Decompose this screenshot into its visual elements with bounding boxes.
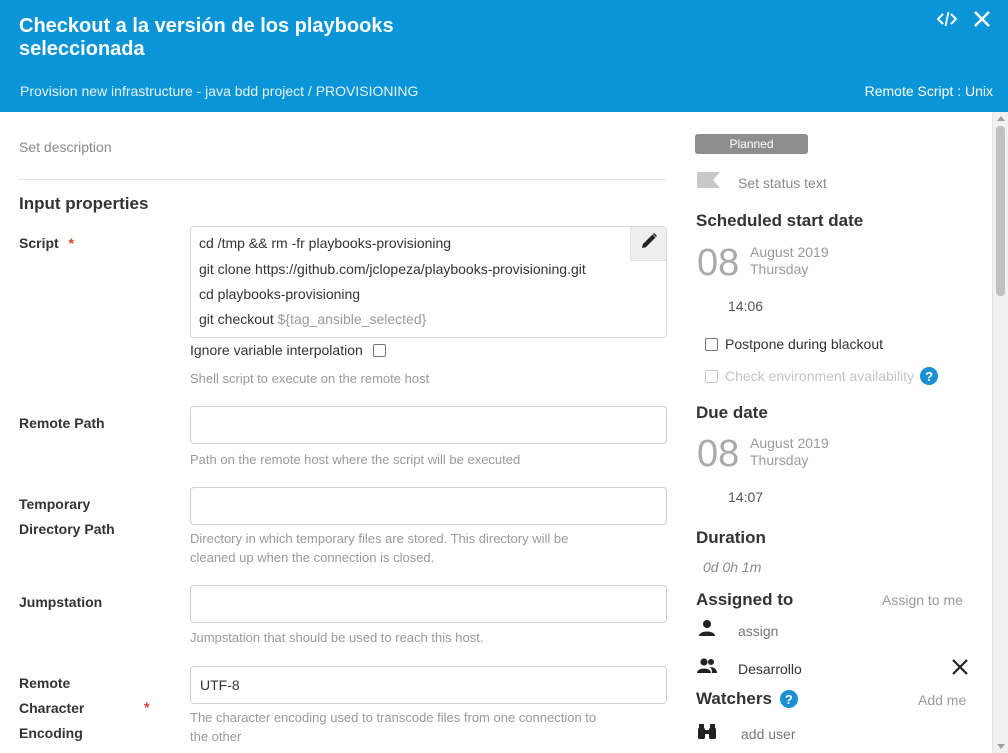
scroll-up-arrow-icon[interactable] (997, 116, 1005, 121)
temp-dir-label: Temporary Directory Path (19, 492, 115, 542)
due-month: August 2019 (750, 435, 829, 451)
remote-path-label: Remote Path (19, 415, 105, 431)
required-marker: * (68, 235, 75, 251)
due-weekday: Thursday (750, 452, 809, 468)
add-watcher-row[interactable]: add user (697, 722, 795, 745)
script-line: cd playbooks-provisioning (199, 286, 361, 302)
encoding-label-line: Remote (19, 675, 71, 691)
section-title: Input properties (19, 194, 149, 213)
temp-dir-input[interactable] (190, 487, 667, 525)
user-icon (698, 619, 716, 642)
duration-title: Duration (696, 528, 766, 547)
group-icon (696, 657, 718, 680)
due-date-title: Due date (696, 403, 768, 422)
scheduled-start-title: Scheduled start date (696, 211, 864, 230)
encoding-help-line: The character encoding used to transcode… (190, 710, 597, 725)
assign-to-me-link[interactable]: Assign to me (882, 592, 963, 608)
postpone-row: Postpone during blackout (705, 336, 883, 352)
close-icon[interactable] (971, 8, 993, 30)
due-time[interactable]: 14:07 (728, 489, 763, 505)
assign-placeholder: assign (738, 622, 779, 639)
assigned-to-title: Assigned to (696, 590, 794, 609)
encoding-label-line: Encoding (19, 725, 83, 741)
breadcrumb[interactable]: Provision new infrastructure - java bdd … (20, 83, 418, 99)
scheduled-day[interactable]: 08 (697, 242, 739, 285)
temp-dir-label-line: Temporary (19, 496, 91, 512)
script-label: Script * (19, 231, 74, 256)
scheduled-month: August 2019 (750, 244, 829, 260)
task-title[interactable]: Checkout a la versión de los playbooks s… (19, 15, 479, 61)
team-row: Desarrollo (696, 657, 802, 680)
remove-team-icon[interactable] (951, 658, 969, 681)
task-type-label: Remote Script : Unix (864, 83, 993, 99)
check-env-checkbox[interactable] (705, 369, 718, 383)
watchers-title-row: Watchers ? (696, 689, 798, 709)
postpone-checkbox[interactable] (705, 337, 718, 351)
script-line: git clone https://github.com/jclopeza/pl… (199, 261, 586, 277)
script-editor[interactable]: cd /tmp && rm -fr playbooks-provisioning… (190, 226, 667, 338)
binoculars-icon (697, 722, 717, 745)
script-line-text: git checkout (199, 311, 278, 327)
temp-dir-help-line: cleaned up when the connection is closed… (190, 550, 435, 565)
script-label-text: Script (19, 235, 59, 251)
status-text-row[interactable]: Set status text (696, 171, 827, 194)
duration-value[interactable]: 0d 0h 1m (703, 559, 761, 575)
divider (18, 179, 666, 180)
jumpstation-help: Jumpstation that should be used to reach… (190, 630, 484, 645)
temp-dir-label-line: Directory Path (19, 521, 115, 537)
flag-icon (696, 171, 722, 194)
scrollbar[interactable] (992, 112, 1008, 753)
status-text-placeholder: Set status text (738, 174, 827, 191)
script-line: cd /tmp && rm -fr playbooks-provisioning (199, 235, 452, 251)
scroll-thumb[interactable] (996, 126, 1005, 296)
encoding-label-line: Character (19, 700, 85, 716)
postpone-label: Postpone during blackout (725, 336, 883, 352)
temp-dir-help-line: Directory in which temporary files are s… (190, 531, 569, 546)
help-icon[interactable]: ? (779, 690, 798, 708)
jumpstation-input[interactable] (190, 585, 667, 623)
remote-path-help: Path on the remote host where the script… (190, 452, 521, 467)
status-badge[interactable]: Planned (695, 134, 808, 154)
encoding-help: The character encoding used to transcode… (190, 708, 596, 746)
code-icon[interactable] (936, 8, 958, 30)
scroll-down-arrow-icon[interactable] (997, 744, 1005, 749)
check-env-row: Check environment availability ? (705, 367, 939, 385)
script-variable: ${tag_ansible_selected} (277, 311, 427, 327)
ignore-interpolation-checkbox[interactable] (372, 343, 386, 357)
encoding-label: Remote Character Encoding (19, 671, 84, 746)
description-field[interactable]: Set description (19, 139, 112, 155)
check-env-label: Check environment availability (725, 368, 915, 384)
team-name: Desarrollo (738, 660, 802, 677)
encoding-help-line: the other (190, 729, 242, 744)
edit-script-button[interactable] (630, 227, 666, 261)
scheduled-weekday: Thursday (750, 261, 809, 277)
add-user-placeholder: add user (741, 725, 796, 742)
modal-header: Checkout a la versión de los playbooks s… (0, 0, 1008, 112)
watchers-title: Watchers (696, 689, 772, 708)
remote-path-input[interactable] (190, 406, 667, 444)
modal-body: Set description Input properties Script … (0, 112, 992, 753)
add-me-link[interactable]: Add me (918, 692, 966, 708)
script-help: Shell script to execute on the remote ho… (190, 371, 430, 386)
script-line: git checkout ${tag_ansible_selected} (199, 311, 426, 327)
ignore-interpolation-label: Ignore variable interpolation (190, 342, 363, 358)
jumpstation-label: Jumpstation (19, 594, 103, 610)
temp-dir-help: Directory in which temporary files are s… (190, 529, 568, 567)
required-marker: * (144, 699, 150, 715)
assign-row[interactable]: assign (698, 619, 778, 642)
help-icon[interactable]: ? (920, 367, 939, 385)
ignore-interpolation-row: Ignore variable interpolation (190, 342, 386, 358)
due-day[interactable]: 08 (697, 433, 739, 476)
encoding-input[interactable]: UTF-8 (190, 666, 667, 704)
scheduled-time[interactable]: 14:06 (728, 298, 763, 314)
pencil-icon (640, 232, 658, 255)
